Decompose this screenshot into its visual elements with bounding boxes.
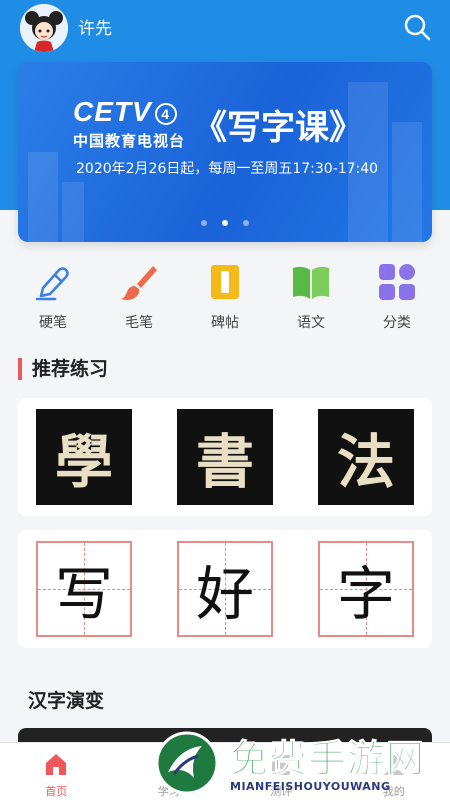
- book-icon: [293, 266, 329, 299]
- calligraphy-tile[interactable]: 書: [177, 409, 273, 505]
- practice-char: 好: [195, 560, 254, 628]
- cetv-channel-number: 4: [154, 102, 177, 125]
- category-hard-pen[interactable]: 硬笔: [18, 262, 88, 332]
- practice-char: 写: [54, 560, 113, 628]
- calligraphy-char: 學: [54, 428, 113, 496]
- banner-date: 2020年2月26日起，每周一至周五17:30-17:40: [76, 161, 379, 177]
- watermark-logo-icon: [155, 731, 219, 795]
- grid-icon: [379, 264, 415, 300]
- carousel-dot-active[interactable]: [222, 220, 228, 226]
- watermark-subtitle: MIANFEISHOUYOUWANG: [230, 780, 391, 793]
- tab-label: 首页: [45, 785, 68, 798]
- handwriting-card[interactable]: 写 好 字: [18, 530, 432, 648]
- cetv-logo: CETV 4: [73, 96, 177, 128]
- carousel-dots: [18, 211, 432, 230]
- category-nav: 硬笔 毛笔 碑帖 语文 分类: [0, 262, 450, 332]
- practice-grid[interactable]: 字: [318, 541, 414, 637]
- carousel-dot[interactable]: [200, 220, 207, 226]
- category-label: 语文: [297, 315, 325, 331]
- brush-icon: [121, 266, 157, 300]
- search-button[interactable]: [402, 12, 432, 42]
- calligraphy-char: 書: [195, 428, 254, 496]
- cetv-logo-text: CETV: [73, 96, 152, 127]
- girl-avatar-icon: [20, 4, 68, 52]
- calligraphy-card[interactable]: 學 書 法: [18, 398, 432, 516]
- category-chinese[interactable]: 语文: [276, 262, 346, 332]
- category-label: 硬笔: [39, 315, 67, 331]
- category-brush[interactable]: 毛笔: [104, 262, 174, 332]
- cetv-subtitle: 中国教育电视台: [73, 132, 186, 150]
- practice-char: 字: [336, 560, 395, 628]
- search-icon: [404, 14, 431, 41]
- practice-grid[interactable]: 写: [36, 541, 132, 637]
- carousel-dot[interactable]: [243, 220, 250, 226]
- promo-banner[interactable]: CETV 4 中国教育电视台 《写字课》 2020年2月26日起，每周一至周五17…: [18, 62, 432, 242]
- header: 许先: [0, 0, 450, 56]
- banner-title: 《写字课》: [193, 108, 363, 148]
- category-rubbing[interactable]: 碑帖: [190, 262, 260, 332]
- calligraphy-tile[interactable]: 法: [318, 409, 414, 505]
- tab-home[interactable]: 首页: [21, 743, 91, 800]
- tablet-icon: [211, 265, 239, 299]
- avatar[interactable]: [20, 4, 68, 52]
- category-label: 毛笔: [125, 315, 153, 331]
- practice-grid[interactable]: 好: [177, 541, 273, 637]
- watermark-title: 免费手游网: [229, 736, 426, 782]
- calligraphy-tile[interactable]: 學: [36, 409, 132, 505]
- watermark: 免费手游网 MIANFEISHOUYOUWANG: [150, 728, 450, 800]
- evolution-section-title: 汉字演变: [28, 690, 105, 712]
- category-label: 碑帖: [211, 315, 239, 331]
- home-icon: [46, 754, 67, 775]
- calligraphy-char: 法: [336, 428, 395, 496]
- pen-icon: [35, 267, 69, 301]
- username[interactable]: 许先: [78, 14, 112, 39]
- recommend-section-title: 推荐练习: [18, 358, 108, 380]
- category-classify[interactable]: 分类: [362, 262, 432, 332]
- category-label: 分类: [383, 315, 411, 331]
